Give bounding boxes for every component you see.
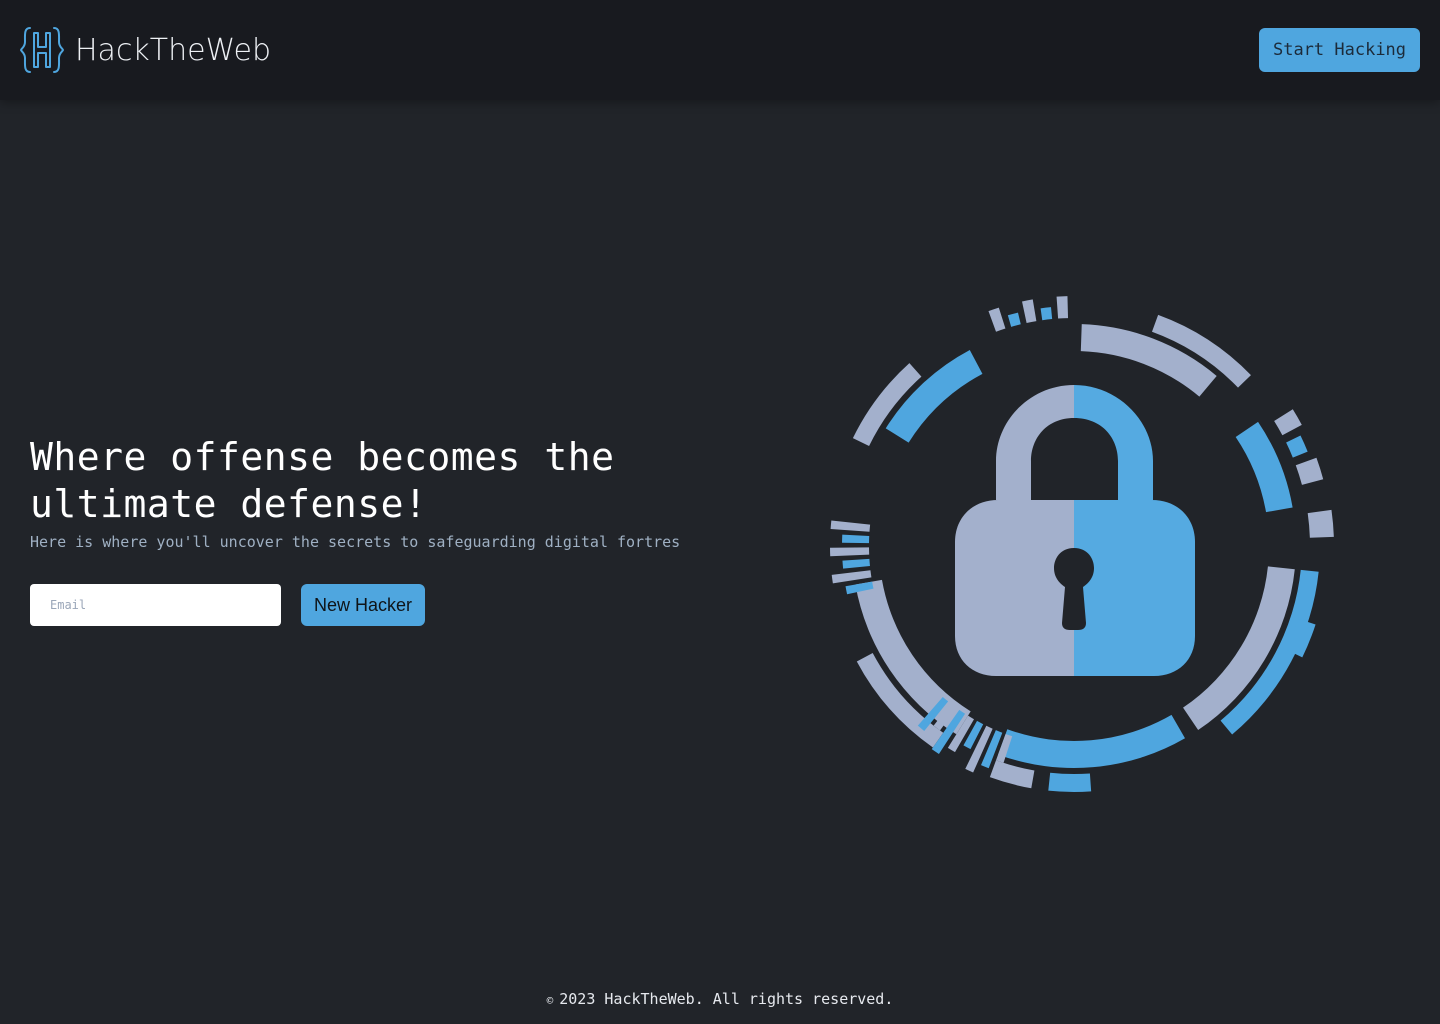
start-hacking-button[interactable]: Start Hacking [1259, 28, 1420, 72]
new-hacker-button[interactable]: New Hacker [301, 584, 425, 626]
ring-tick [842, 534, 870, 544]
footer: © 2023 HackTheWeb. All rights reserved. [0, 990, 1440, 1008]
ring-segment [989, 760, 1035, 789]
ring-tick [1295, 457, 1324, 485]
ring-tick [831, 570, 872, 584]
ring-tick [830, 547, 870, 557]
ring-segment [998, 714, 1185, 768]
brand-name: HackTheWeb [75, 32, 272, 68]
ring-tick [830, 520, 871, 532]
hero-title: Where offense becomes the ultimate defen… [30, 435, 615, 526]
ring-tick [1007, 312, 1021, 327]
top-navbar: HackTheWeb Start Hacking [0, 0, 1440, 100]
ring-segment [1235, 421, 1293, 513]
padlock-icon [955, 385, 1195, 676]
copyright-symbol: © [546, 994, 554, 1007]
ring-tick [1274, 409, 1302, 436]
padlock-shield-icon [830, 296, 1334, 792]
ring-tick [1040, 307, 1053, 321]
ring-segment [1048, 772, 1092, 792]
braces-h-logo-icon [20, 27, 64, 73]
hero-subtitle: Here is where you'll uncover the secrets… [30, 533, 681, 551]
ring-tick [1286, 435, 1308, 458]
copyright-text: 2023 HackTheWeb. All rights reserved. [559, 990, 894, 1008]
ring-tick [1022, 299, 1037, 323]
ring-tick [842, 558, 870, 569]
ring-tick [1307, 509, 1334, 538]
ring-tick [988, 307, 1006, 332]
brand[interactable]: HackTheWeb [20, 25, 271, 75]
ring-tick [1056, 296, 1069, 319]
email-input[interactable] [30, 584, 281, 626]
